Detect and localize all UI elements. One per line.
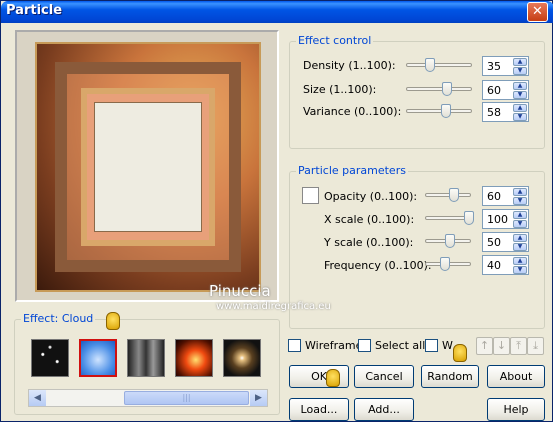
variance-spinbox[interactable]: 58 ▲ ▼ xyxy=(482,102,529,122)
random-button[interactable]: Random xyxy=(421,365,479,388)
effect-thumb-sparkle[interactable] xyxy=(223,339,261,377)
size-value: 60 xyxy=(487,84,501,97)
w-label: W xyxy=(442,339,453,352)
help-button[interactable]: Help xyxy=(487,398,545,421)
add-button[interactable]: Add... xyxy=(354,398,414,421)
pointer-hand-icon xyxy=(106,312,120,330)
effect-thumb-stars[interactable] xyxy=(31,339,69,377)
frequency-slider-thumb[interactable] xyxy=(440,257,450,271)
density-slider-thumb[interactable] xyxy=(425,58,435,72)
scroll-thumb[interactable]: ||| xyxy=(124,391,249,405)
y-scale-slider-thumb[interactable] xyxy=(445,234,455,248)
size-spinbox[interactable]: 60 ▲ ▼ xyxy=(482,80,529,100)
frequency-value: 40 xyxy=(487,259,501,272)
spin-down-icon[interactable]: ▼ xyxy=(513,113,527,121)
effect-control-title: Effect control xyxy=(296,34,374,47)
effect-cloud-title: Effect: Cloud xyxy=(21,312,96,325)
x-scale-value: 100 xyxy=(487,213,508,226)
move-up-icon[interactable]: ↑ xyxy=(476,337,493,355)
spin-down-icon[interactable]: ▼ xyxy=(513,91,527,99)
move-top-icon[interactable]: ⤒ xyxy=(510,337,527,355)
opacity-slider[interactable] xyxy=(425,188,471,202)
move-bottom-icon[interactable]: ⤓ xyxy=(527,337,544,355)
pointer-hand-icon xyxy=(326,369,340,387)
w-checkbox[interactable] xyxy=(425,339,438,352)
spin-up-icon[interactable]: ▲ xyxy=(513,104,527,112)
frequency-slider[interactable] xyxy=(425,257,471,271)
color-swatch[interactable] xyxy=(302,187,319,204)
pointer-hand-icon xyxy=(453,344,467,362)
spin-down-icon[interactable]: ▼ xyxy=(513,243,527,251)
opacity-value: 60 xyxy=(487,190,501,203)
particle-parameters-title: Particle parameters xyxy=(296,164,408,177)
wireframe-label: Wireframe xyxy=(305,339,363,352)
about-button[interactable]: About xyxy=(487,365,545,388)
select-all-checkbox[interactable] xyxy=(358,339,371,352)
opacity-label: Opacity (0..100): xyxy=(324,190,418,203)
density-label: Density (1..100): xyxy=(303,59,396,72)
title-bar[interactable]: Particle ✕ xyxy=(1,1,553,23)
effect-thumb-smoke[interactable] xyxy=(127,339,165,377)
close-button[interactable]: ✕ xyxy=(527,2,548,22)
frequency-label: Frequency (0..100): xyxy=(324,259,432,272)
frequency-spinbox[interactable]: 40 ▲ ▼ xyxy=(482,255,529,275)
spin-up-icon[interactable]: ▲ xyxy=(513,58,527,66)
x-scale-label: X scale (0..100): xyxy=(324,213,415,226)
scroll-left-icon[interactable]: ◀ xyxy=(29,390,46,406)
x-scale-spinbox[interactable]: 100 ▲ ▼ xyxy=(482,209,529,229)
scroll-right-icon[interactable]: ▶ xyxy=(250,390,267,406)
cancel-button[interactable]: Cancel xyxy=(354,365,414,388)
effects-scrollbar[interactable]: ◀ ||| ▶ xyxy=(28,389,268,407)
load-button[interactable]: Load... xyxy=(289,398,349,421)
particle-dialog: Particle ✕ Pinuccia www.maidiregrafica.e… xyxy=(0,0,553,422)
x-scale-slider[interactable] xyxy=(425,211,474,225)
spin-up-icon[interactable]: ▲ xyxy=(513,188,527,196)
spin-down-icon[interactable]: ▼ xyxy=(513,67,527,75)
spin-down-icon[interactable]: ▼ xyxy=(513,266,527,274)
variance-value: 58 xyxy=(487,106,501,119)
effect-thumb-cloud[interactable] xyxy=(79,339,117,377)
y-scale-slider[interactable] xyxy=(425,234,471,248)
y-scale-value: 50 xyxy=(487,236,501,249)
wireframe-checkbox[interactable] xyxy=(288,339,301,352)
spin-up-icon[interactable]: ▲ xyxy=(513,257,527,265)
size-label: Size (1..100): xyxy=(303,83,377,96)
density-slider[interactable] xyxy=(406,58,472,72)
variance-label: Variance (0..100): xyxy=(303,105,402,118)
variance-slider[interactable] xyxy=(406,104,472,118)
select-all-label: Select all xyxy=(375,339,426,352)
spin-up-icon[interactable]: ▲ xyxy=(513,82,527,90)
watermark-text: Pinuccia xyxy=(209,282,271,300)
effect-thumb-fire[interactable] xyxy=(175,339,213,377)
x-scale-slider-thumb[interactable] xyxy=(464,211,474,225)
spin-up-icon[interactable]: ▲ xyxy=(513,211,527,219)
opacity-slider-thumb[interactable] xyxy=(449,188,459,202)
spin-down-icon[interactable]: ▼ xyxy=(513,197,527,205)
spin-up-icon[interactable]: ▲ xyxy=(513,234,527,242)
spin-down-icon[interactable]: ▼ xyxy=(513,220,527,228)
y-scale-spinbox[interactable]: 50 ▲ ▼ xyxy=(482,232,529,252)
window-title: Particle xyxy=(6,3,63,18)
move-down-icon[interactable]: ↓ xyxy=(493,337,510,355)
variance-slider-thumb[interactable] xyxy=(441,104,451,118)
ok-button[interactable]: OK xyxy=(289,365,349,388)
size-slider[interactable] xyxy=(406,82,472,96)
density-value: 35 xyxy=(487,60,501,73)
preview-image xyxy=(35,42,261,292)
preview-pane xyxy=(15,30,279,302)
y-scale-label: Y scale (0..100): xyxy=(324,236,414,249)
opacity-spinbox[interactable]: 60 ▲ ▼ xyxy=(482,186,529,206)
size-slider-thumb[interactable] xyxy=(442,82,452,96)
density-spinbox[interactable]: 35 ▲ ▼ xyxy=(482,56,529,76)
